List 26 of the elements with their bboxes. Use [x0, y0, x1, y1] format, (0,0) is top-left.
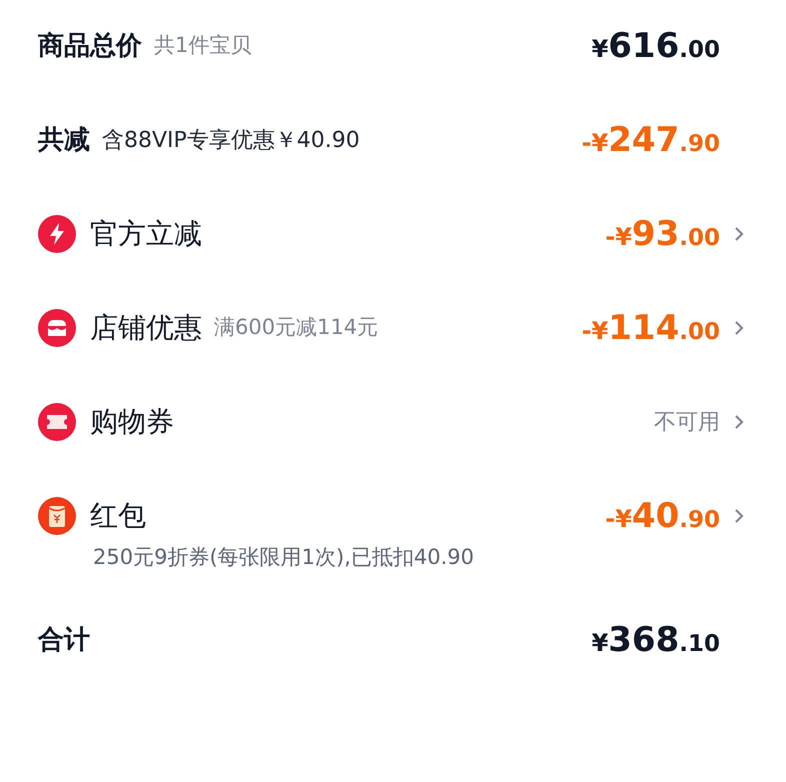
coupon-detail: 250元9折券(每张限用1次),已抵扣40.90 [92, 544, 474, 571]
chevron-right-icon[interactable] [734, 226, 744, 242]
amount: -¥40.90 [605, 494, 720, 538]
row-label: 店铺优惠 [90, 310, 202, 346]
status-text: 不可用 [654, 408, 720, 436]
row-label: 购物券 [90, 404, 174, 440]
amount: -¥114.00 [582, 306, 720, 350]
row-label: 商品总价 [38, 30, 142, 62]
shop-icon [38, 309, 76, 347]
row-label: 官方立减 [90, 216, 202, 252]
row-note: 共1件宝贝 [154, 32, 252, 60]
row-note: 满600元减114元 [214, 314, 378, 342]
row-label: 合计 [38, 624, 90, 656]
envelope-icon [38, 497, 76, 535]
chevron-right-icon[interactable] [734, 320, 744, 336]
amount: -¥93.00 [605, 212, 720, 256]
row-note: 含88VIP专享优惠￥40.90 [102, 126, 360, 154]
chevron-right-icon[interactable] [734, 414, 744, 430]
chevron-right-icon[interactable] [734, 508, 744, 524]
row-label: 红包 [90, 498, 146, 534]
lightning-icon [38, 215, 76, 253]
amount: ¥368.10 [592, 618, 720, 662]
ticket-icon [38, 403, 76, 441]
row-label: 共减 [38, 124, 90, 156]
amount: -¥247.90 [582, 118, 720, 162]
amount: ¥616.00 [592, 24, 720, 68]
